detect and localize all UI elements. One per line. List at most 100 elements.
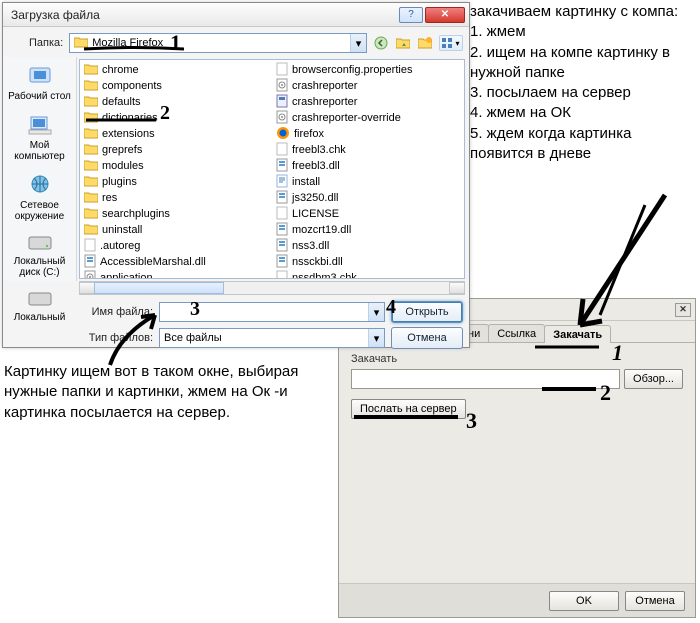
folder-label: Папка: — [29, 37, 63, 49]
place-desktop[interactable]: Рабочий стол — [7, 61, 73, 106]
file-name: extensions — [102, 128, 155, 140]
file-item[interactable]: freebl3.dll — [274, 158, 462, 174]
chevron-down-icon: ▾ — [455, 39, 459, 48]
tab-upload[interactable]: Закачать — [544, 325, 611, 343]
file-name: nss3.dll — [292, 240, 329, 252]
back-button[interactable] — [373, 35, 389, 51]
instructions-block: закачиваем картинку с компа: 1. жмем 2. … — [470, 2, 698, 164]
file-icon — [276, 158, 288, 175]
file-item[interactable]: greprefs — [82, 142, 270, 158]
place-my-computer[interactable]: Мой компьютер — [7, 110, 73, 166]
file-icon — [276, 62, 288, 79]
instructions-title: закачиваем картинку с компа: — [470, 2, 698, 22]
file-name: freebl3.dll — [292, 160, 340, 172]
file-item[interactable]: res — [82, 190, 270, 206]
file-name: plugins — [102, 176, 137, 188]
file-open-dialog: Загрузка файла ? ✕ Папка: Mozilla Firefo… — [2, 2, 470, 348]
file-list[interactable]: chrome components defaults dictionaries exte… — [79, 59, 465, 279]
file-item[interactable]: application — [82, 270, 270, 278]
file-item[interactable]: crashreporter-override — [274, 110, 462, 126]
upload-path-input[interactable] — [351, 369, 620, 389]
chevron-down-icon: ▾ — [350, 34, 366, 52]
file-icon — [84, 95, 98, 110]
file-item[interactable]: LICENSE — [274, 206, 462, 222]
file-item[interactable]: nssckbi.dll — [274, 254, 462, 270]
new-folder-button[interactable] — [417, 35, 433, 51]
file-icon — [276, 238, 288, 255]
file-name: freebl3.chk — [292, 144, 346, 156]
file-name: searchplugins — [102, 208, 170, 220]
file-icon — [84, 238, 96, 255]
file-icon — [84, 127, 98, 142]
file-item[interactable]: crashreporter — [274, 78, 462, 94]
file-name: mozcrt19.dll — [292, 224, 351, 236]
file-name: crashreporter — [292, 80, 357, 92]
file-name: .autoreg — [100, 240, 140, 252]
dialog-titlebar[interactable]: Загрузка файла ? ✕ — [3, 3, 469, 27]
file-icon — [276, 190, 288, 207]
up-folder-button[interactable] — [395, 35, 411, 51]
file-item[interactable]: plugins — [82, 174, 270, 190]
image-dialog-close-button[interactable]: ✕ — [675, 303, 691, 317]
file-item[interactable]: js3250.dll — [274, 190, 462, 206]
filename-input[interactable]: ▾ — [159, 302, 385, 322]
close-button[interactable]: ✕ — [425, 7, 465, 23]
file-item[interactable]: searchplugins — [82, 206, 270, 222]
file-name: chrome — [102, 64, 139, 76]
file-name: LICENSE — [292, 208, 339, 220]
filetype-combo[interactable]: Все файлы ▾ — [159, 328, 385, 348]
explanation-paragraph: Картинку ищем вот в таком окне, выбирая … — [4, 362, 334, 423]
horizontal-scrollbar[interactable] — [79, 281, 465, 295]
ok-button[interactable]: OK — [549, 591, 619, 611]
help-icon: ? — [408, 9, 414, 20]
file-item[interactable]: freebl3.chk — [274, 142, 462, 158]
close-icon: ✕ — [679, 304, 687, 315]
send-to-server-button[interactable]: Послать на сервер — [351, 399, 466, 419]
place-local[interactable]: Локальный — [7, 286, 73, 327]
file-item[interactable]: chrome — [82, 62, 270, 78]
file-icon — [84, 79, 98, 94]
file-name: js3250.dll — [292, 192, 338, 204]
file-name: application — [100, 272, 153, 278]
place-network[interactable]: Сетевое окружение — [7, 170, 73, 226]
help-button[interactable]: ? — [399, 7, 423, 23]
file-item[interactable]: AccessibleMarshal.dll — [82, 254, 270, 270]
folder-combo[interactable]: Mozilla Firefox ▾ — [69, 33, 367, 53]
file-icon — [84, 191, 98, 206]
file-item[interactable]: modules — [82, 158, 270, 174]
file-icon — [276, 126, 290, 143]
file-item[interactable]: .autoreg — [82, 238, 270, 254]
file-name: nssckbi.dll — [292, 256, 343, 268]
file-name: uninstall — [102, 224, 142, 236]
file-item[interactable]: nssdbm3.chk — [274, 270, 462, 278]
open-button[interactable]: Открыть — [391, 301, 463, 323]
file-item[interactable]: browserconfig.properties — [274, 62, 462, 78]
file-icon — [84, 270, 96, 279]
place-local-disk[interactable]: Локальный диск (C:) — [7, 230, 73, 282]
file-item[interactable]: nss3.dll — [274, 238, 462, 254]
scrollbar-thumb[interactable] — [94, 282, 224, 294]
file-item[interactable]: uninstall — [82, 222, 270, 238]
folder-toolbar: Папка: Mozilla Firefox ▾ ▾ — [3, 27, 469, 57]
view-mode-button[interactable]: ▾ — [439, 35, 463, 51]
file-icon — [276, 110, 288, 127]
upload-panel: Закачать Обзор... Послать на сервер — [339, 343, 695, 429]
file-item[interactable]: components — [82, 78, 270, 94]
file-name: defaults — [102, 96, 141, 108]
file-item[interactable]: install — [274, 174, 462, 190]
file-icon — [276, 270, 288, 279]
cancel-button[interactable]: Отмена — [391, 327, 463, 349]
browse-button[interactable]: Обзор... — [624, 369, 683, 389]
file-name: AccessibleMarshal.dll — [100, 256, 206, 268]
file-item[interactable]: crashreporter — [274, 94, 462, 110]
file-item[interactable]: extensions — [82, 126, 270, 142]
file-name: dictionaries — [102, 112, 158, 124]
file-name: modules — [102, 160, 144, 172]
cancel-button-img[interactable]: Отмена — [625, 591, 685, 611]
file-item[interactable]: firefox — [274, 126, 462, 142]
tab-link[interactable]: Ссылка — [488, 324, 545, 342]
file-item[interactable]: defaults — [82, 94, 270, 110]
folder-icon — [74, 36, 88, 51]
file-item[interactable]: dictionaries — [82, 110, 270, 126]
file-item[interactable]: mozcrt19.dll — [274, 222, 462, 238]
